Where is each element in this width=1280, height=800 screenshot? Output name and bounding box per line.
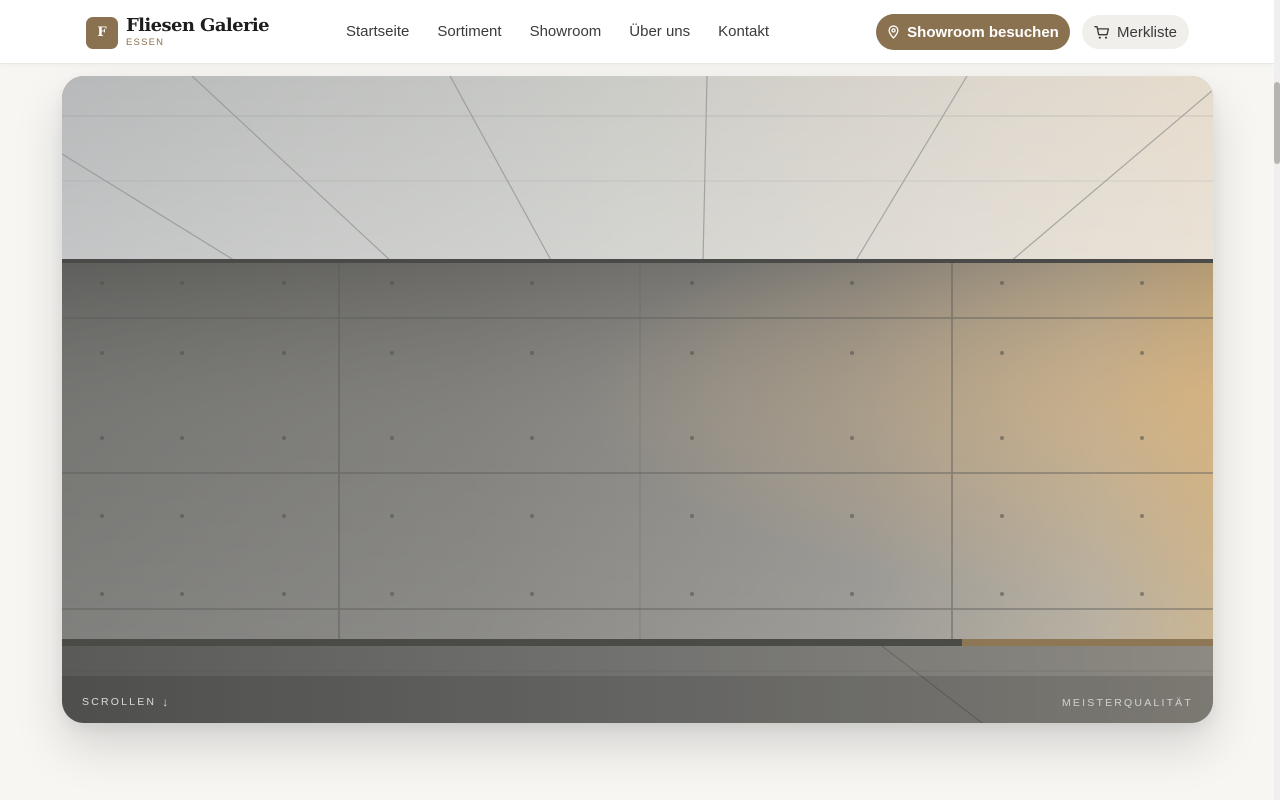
site-header: F Fliesen Galerie ESSEN Startseite Sorti… bbox=[0, 0, 1274, 64]
scrollbar-thumb[interactable] bbox=[1274, 82, 1280, 164]
main-nav: Startseite Sortiment Showroom Über uns K… bbox=[346, 22, 769, 42]
logo-mark: F bbox=[86, 16, 118, 49]
visit-showroom-button[interactable]: Showroom besuchen bbox=[876, 14, 1070, 50]
logo-text: Fliesen Galerie ESSEN bbox=[126, 15, 270, 49]
nav-item-kontakt[interactable]: Kontakt bbox=[718, 22, 769, 42]
hero-image: SCROLLEN ↓ MEISTERQUALITÄT bbox=[62, 76, 1213, 723]
scroll-label: SCROLLEN bbox=[82, 696, 157, 708]
visit-showroom-label: Showroom besuchen bbox=[907, 23, 1059, 41]
brand-title: Fliesen Galerie bbox=[126, 15, 270, 36]
wishlist-label: Merkliste bbox=[1116, 23, 1177, 41]
arrow-down-icon: ↓ bbox=[162, 695, 171, 709]
cart-icon bbox=[1094, 25, 1110, 39]
scroll-hint[interactable]: SCROLLEN ↓ bbox=[82, 695, 170, 709]
page-scrollbar[interactable] bbox=[1274, 0, 1280, 800]
concrete-wall-illustration bbox=[62, 76, 1213, 723]
nav-item-sortiment[interactable]: Sortiment bbox=[437, 22, 501, 42]
wishlist-button[interactable]: Merkliste bbox=[1082, 15, 1189, 49]
nav-item-startseite[interactable]: Startseite bbox=[346, 22, 409, 42]
brand-logo[interactable]: F Fliesen Galerie ESSEN bbox=[86, 15, 270, 49]
quality-caption: MEISTERQUALITÄT bbox=[1061, 697, 1193, 709]
nav-item-showroom[interactable]: Showroom bbox=[530, 22, 602, 42]
brand-subtitle: ESSEN bbox=[126, 37, 165, 48]
nav-item-ueber-uns[interactable]: Über uns bbox=[629, 22, 690, 42]
map-pin-icon bbox=[888, 25, 899, 39]
